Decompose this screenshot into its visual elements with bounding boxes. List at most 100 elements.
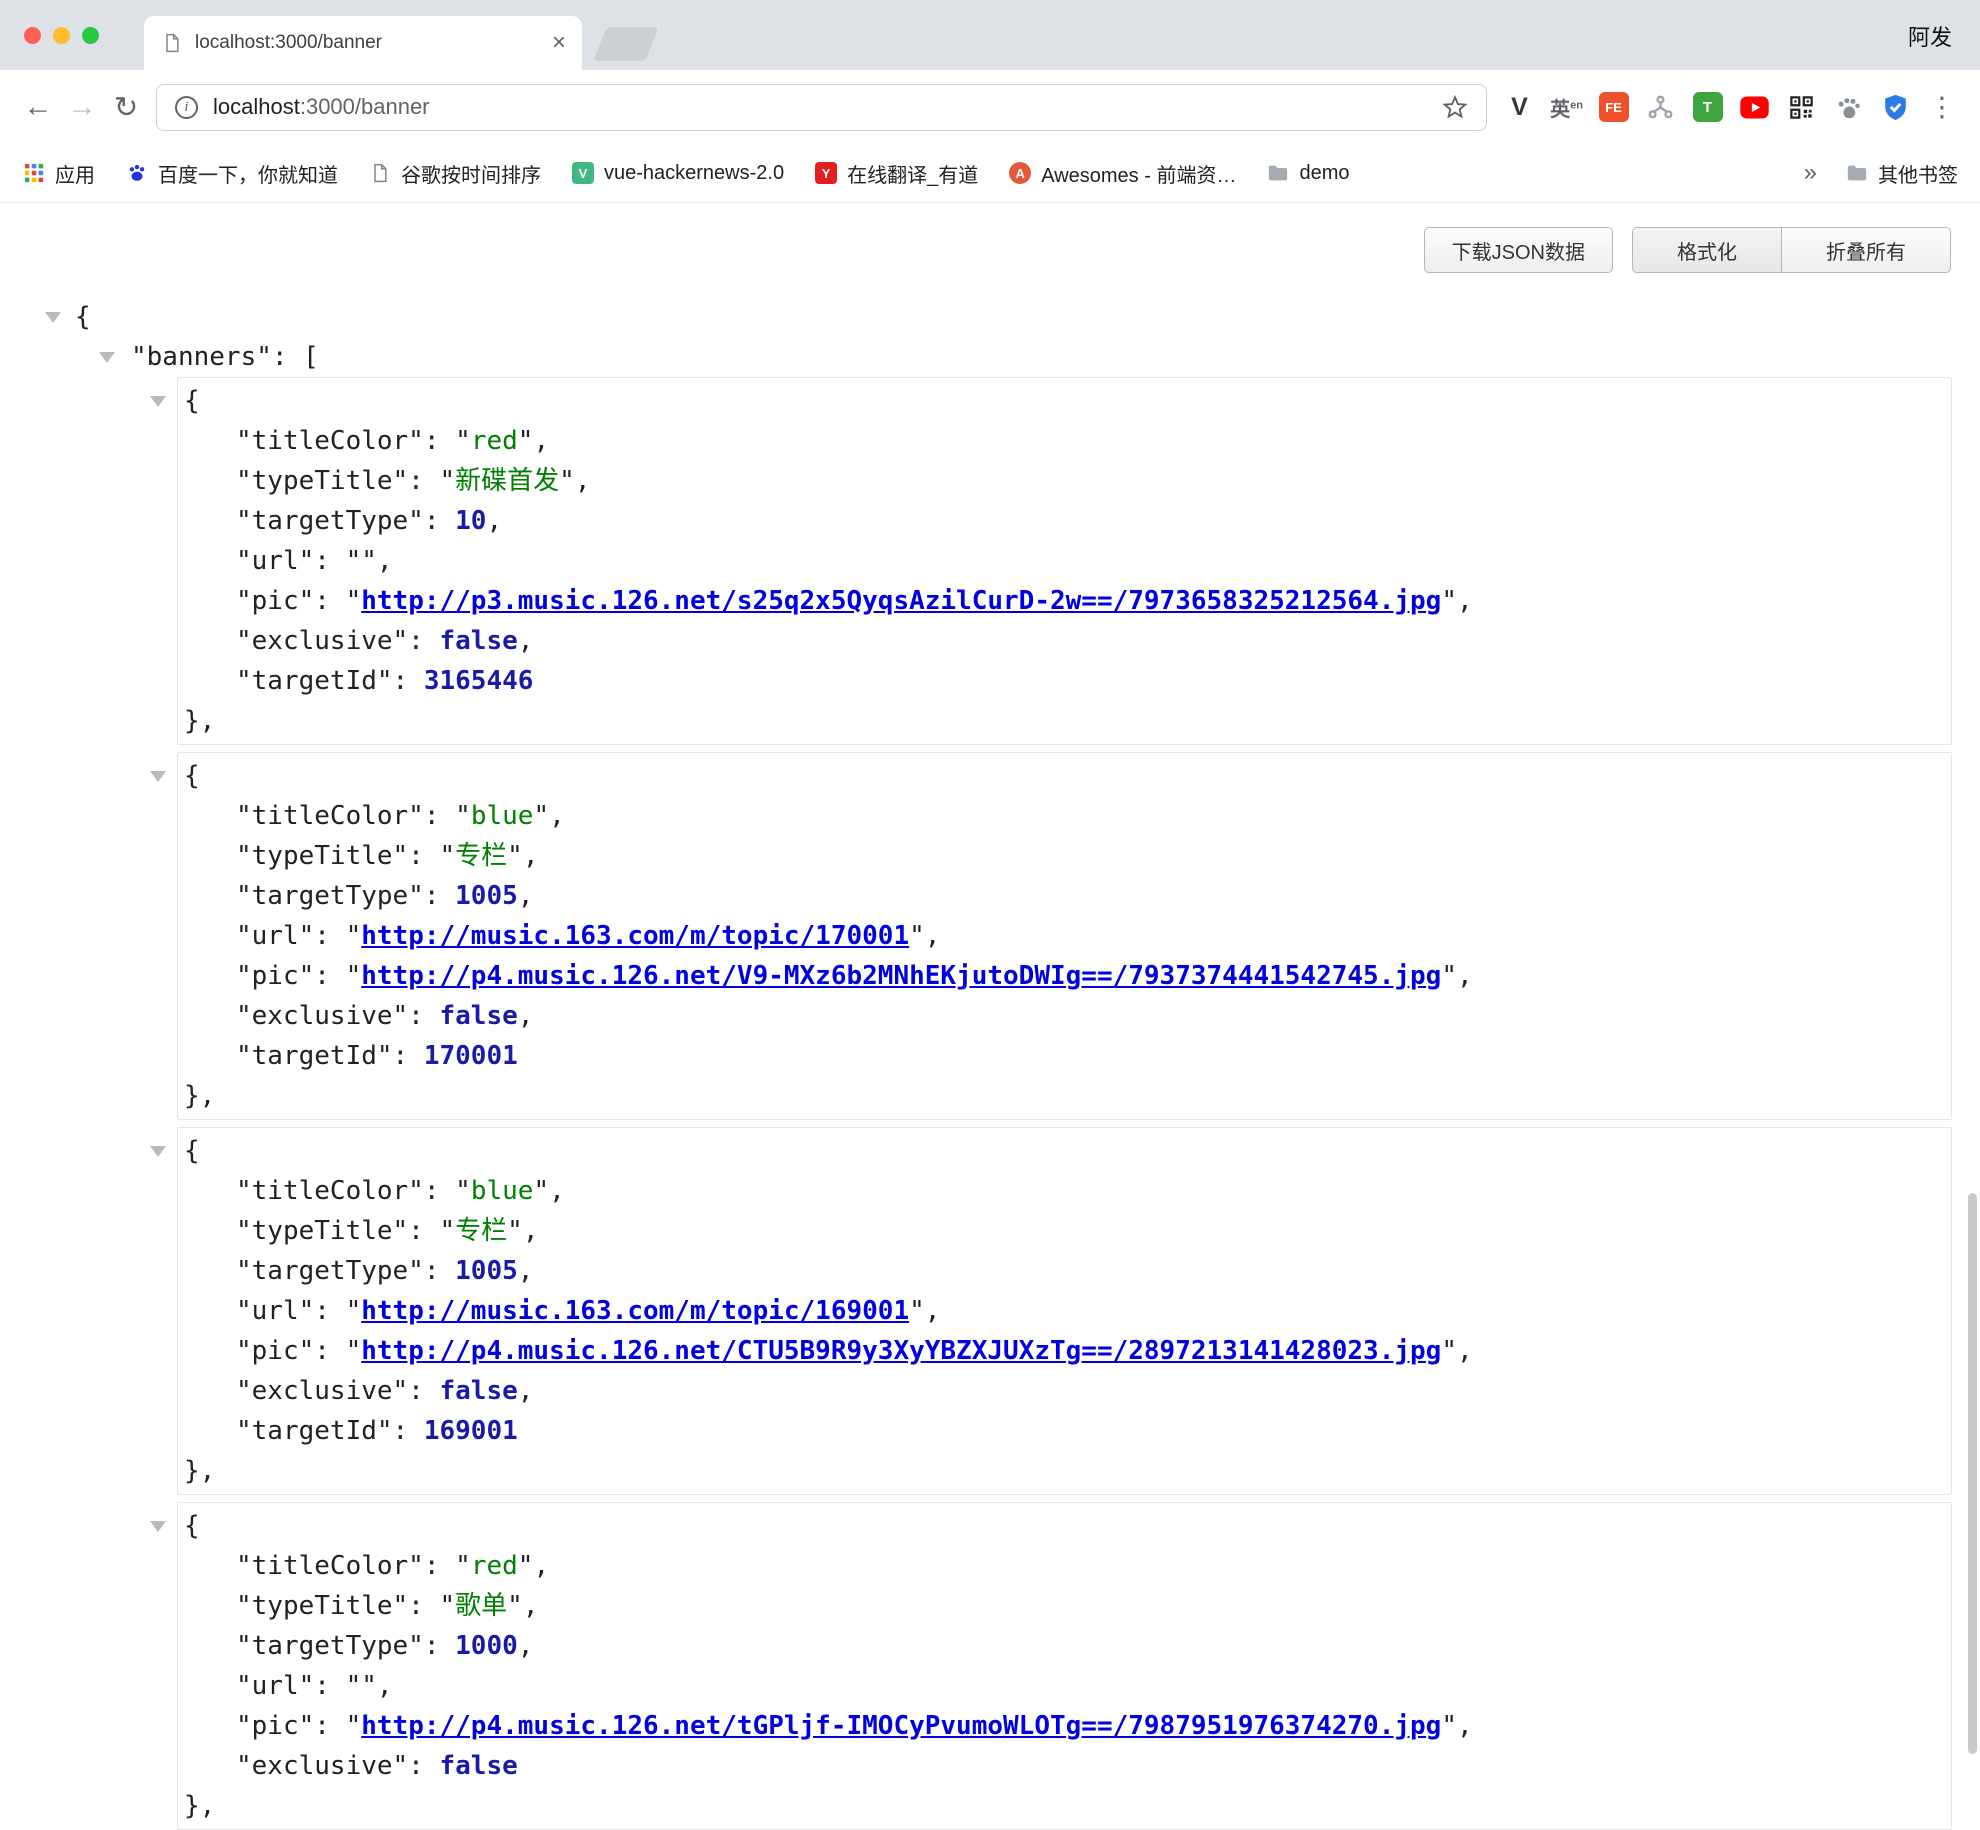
tampermonkey-extension-icon[interactable]: T [1691,91,1724,124]
json-close-brace-line: }, [178,1076,1951,1116]
bookmark-label: 应用 [55,159,95,188]
fe-extension-icon[interactable]: FE [1597,91,1630,124]
qrcode-extension-icon[interactable] [1785,91,1818,124]
page-icon [160,31,184,55]
youdao-icon: Y [814,161,838,185]
profile-name[interactable]: 阿发 [1908,20,1952,52]
format-collapse-group: 格式化 折叠所有 [1632,227,1951,273]
json-url-link[interactable]: http://p4.music.126.net/V9-MXz6b2MNhEKju… [361,961,1441,991]
json-property-line: "titleColor": "blue", [178,796,1951,836]
bookmark-label: demo [1299,162,1349,185]
json-property-line: "url": "", [178,1666,1951,1706]
json-banners-open-line: "banners": [ [0,337,1980,377]
browser-menu-icon[interactable]: ⋮ [1920,85,1964,129]
bookmark-item[interactable]: demo [1266,161,1349,185]
awesomes-icon: A [1008,161,1032,185]
folder-icon [1266,161,1290,185]
json-property-line: "url": "http://music.163.com/m/topic/170… [178,916,1951,956]
collapse-toggle-icon[interactable] [150,1146,166,1157]
dict-extension-icon[interactable]: 英en [1550,91,1583,124]
json-url-link[interactable]: http://music.163.com/m/topic/170001 [361,921,909,951]
reload-button[interactable]: ↻ [104,85,148,129]
bookmark-item[interactable]: 百度一下，你就知道 [125,159,338,188]
json-property-line: "pic": "http://p4.music.126.net/tGPljf-I… [178,1706,1951,1746]
json-object: {"titleColor": "blue","typeTitle": "专栏",… [177,1127,1952,1495]
json-object: {"titleColor": "red","typeTitle": "新碟首发"… [177,377,1952,745]
json-property-line: "exclusive": false, [178,1371,1951,1411]
folder-icon [1845,161,1869,185]
browser-tab[interactable]: localhost:3000/banner × [144,16,582,70]
json-object: {"titleColor": "red","typeTitle": "歌单","… [177,1502,1952,1830]
page-icon [368,161,392,185]
json-property-line: "titleColor": "red", [178,421,1951,461]
json-property-line: "typeTitle": "歌单", [178,1586,1951,1626]
json-property-line: "typeTitle": "专栏", [178,836,1951,876]
json-property-line: "targetType": 1005, [178,876,1951,916]
bookmarks-overflow-chevron[interactable]: » [1804,159,1817,187]
collapse-toggle-icon[interactable] [150,771,166,782]
bookmark-item[interactable]: 应用 [22,159,95,188]
collapse-toggle-icon[interactable] [45,312,61,323]
youtube-extension-icon[interactable] [1738,91,1771,124]
url-path: :3000/banner [300,94,430,119]
forward-button[interactable]: → [60,85,104,129]
format-button[interactable]: 格式化 [1632,227,1781,273]
json-close-brace-line: }, [178,1786,1951,1826]
json-object: {"titleColor": "blue","typeTitle": "专栏",… [177,752,1952,1120]
collapse-all-button[interactable]: 折叠所有 [1781,227,1951,273]
json-property-line: "targetType": 1005, [178,1251,1951,1291]
window-zoom-button[interactable] [82,27,99,44]
json-property-line: "url": "http://music.163.com/m/topic/169… [178,1291,1951,1331]
scrollbar-thumb[interactable] [1968,1193,1977,1754]
bookmark-label: 百度一下，你就知道 [158,159,338,188]
page-content: 下载JSON数据 格式化 折叠所有 {"banners": [{"titleCo… [0,203,1980,1830]
url-text[interactable]: localhost:3000/banner [213,94,430,120]
json-url-link[interactable]: http://music.163.com/m/topic/169001 [361,1296,909,1326]
network-extension-icon[interactable] [1644,91,1677,124]
bookmark-label: Awesomes - 前端资… [1041,159,1236,188]
json-viewer: {"banners": [{"titleColor": "red","typeT… [0,297,1980,1830]
json-property-line: "typeTitle": "新碟首发", [178,461,1951,501]
json-open-brace-line: { [178,1506,1951,1546]
shield-check-extension-icon[interactable] [1879,91,1912,124]
json-url-link[interactable]: http://p4.music.126.net/tGPljf-IMOCyPvum… [361,1711,1441,1741]
paw-extension-icon[interactable] [1832,91,1865,124]
other-bookmarks-folder[interactable]: 其他书签 [1845,159,1958,188]
bookmark-item[interactable]: Vvue-hackernews-2.0 [571,161,784,185]
window-close-button[interactable] [24,27,41,44]
address-bar[interactable]: i localhost:3000/banner [156,84,1487,131]
json-open-brace-line: { [178,756,1951,796]
window-controls [24,27,99,44]
json-url-link[interactable]: http://p3.music.126.net/s25q2x5QyqsAzilC… [361,586,1441,616]
extensions-row: V 英en FE T [1503,91,1912,124]
json-property-line: "pic": "http://p4.music.126.net/V9-MXz6b… [178,956,1951,996]
bookmark-label: vue-hackernews-2.0 [604,162,784,185]
json-property-line: "titleColor": "blue", [178,1171,1951,1211]
bookmarks-bar: 应用 百度一下，你就知道 谷歌按时间排序 Vvue-hackernews-2.0 Y在线… [0,144,1980,203]
json-url-link[interactable]: http://p4.music.126.net/CTU5B9R9y3XyYBZX… [361,1336,1441,1366]
site-info-icon[interactable]: i [175,96,198,119]
bookmark-item[interactable]: Y在线翻译_有道 [814,159,978,188]
collapse-toggle-icon[interactable] [150,396,166,407]
baidu-paw-icon [125,161,149,185]
tab-close-icon[interactable]: × [552,31,566,55]
v-logo-extension-icon[interactable]: V [1503,91,1536,124]
json-property-line: "pic": "http://p3.music.126.net/s25q2x5Q… [178,581,1951,621]
bookmark-item[interactable]: 谷歌按时间排序 [368,159,541,188]
back-button[interactable]: ← [16,85,60,129]
json-close-brace-line: }, [178,1451,1951,1491]
download-json-button[interactable]: 下载JSON数据 [1424,227,1613,273]
tab-title: localhost:3000/banner [195,32,541,54]
json-root-open-line: { [0,297,1980,337]
window-minimize-button[interactable] [53,27,70,44]
json-actions: 下载JSON数据 格式化 折叠所有 [0,203,1980,273]
bookmark-item[interactable]: A Awesomes - 前端资… [1008,159,1236,188]
bookmark-star-icon[interactable] [1442,94,1468,120]
new-tab-button[interactable] [593,27,659,61]
json-property-line: "exclusive": false, [178,621,1951,661]
json-property-line: "exclusive": false, [178,996,1951,1036]
collapse-toggle-icon[interactable] [99,352,115,363]
json-property-line: "typeTitle": "专栏", [178,1211,1951,1251]
apps-grid-icon [22,161,46,185]
collapse-toggle-icon[interactable] [150,1521,166,1532]
